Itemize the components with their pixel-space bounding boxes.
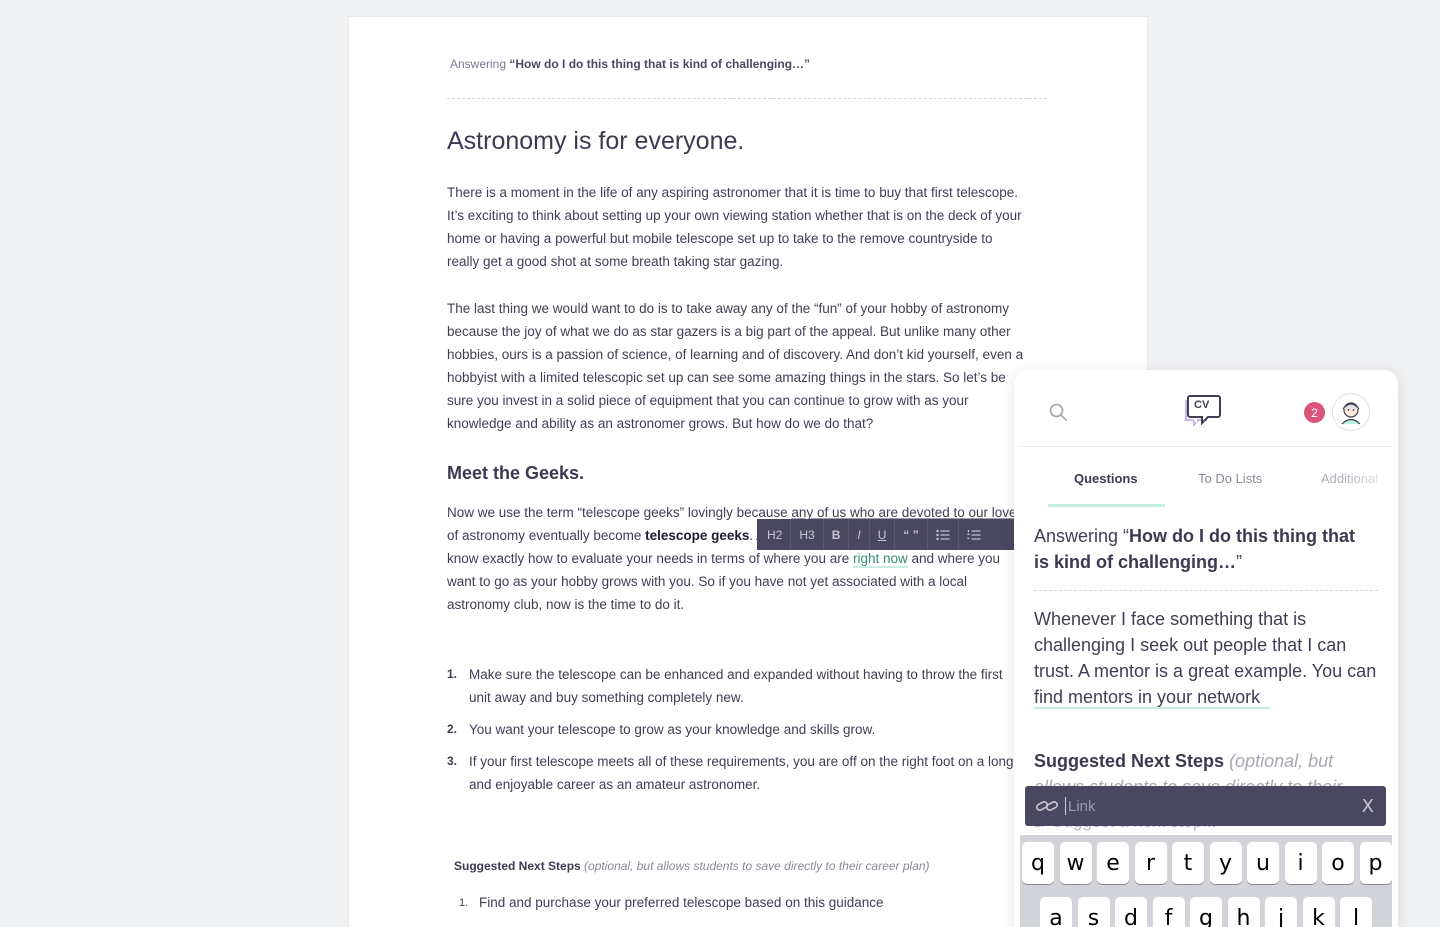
keyboard-row-1: q w e r t y u i o p	[1022, 842, 1397, 884]
link-input[interactable]	[1065, 797, 1362, 815]
key-k[interactable]: k	[1302, 897, 1335, 927]
panel-answering-prefix: Answering “	[1034, 526, 1130, 546]
sns-note: (optional, but allows students to save d…	[584, 859, 930, 873]
find-mentors-link[interactable]: find mentors in your network	[1034, 687, 1271, 709]
panel-header-divider	[1020, 446, 1392, 447]
link-input-bar: X	[1025, 786, 1386, 826]
list-item-text: You want your telescope to grow as your …	[469, 722, 876, 737]
answering-question: “How do I do this thing that is kind of …	[509, 57, 811, 71]
heading-meet-the-geeks[interactable]: Meet the Geeks.	[447, 463, 584, 484]
key-p[interactable]: p	[1359, 842, 1392, 884]
panel-answer-body[interactable]: Whenever I face something that is challe…	[1034, 606, 1379, 710]
key-h[interactable]: h	[1227, 897, 1260, 927]
key-e[interactable]: e	[1097, 842, 1129, 884]
list-item[interactable]: 1. Make sure the telescope can be enhance…	[447, 663, 1027, 709]
tab-to-do-lists[interactable]: To Do Lists	[1198, 471, 1262, 486]
paragraph-1[interactable]: There is a moment in the life of any asp…	[447, 181, 1027, 273]
list-item[interactable]: 2. You want your telescope to grow as you…	[447, 718, 1027, 741]
bold-button[interactable]: B	[824, 519, 850, 550]
answering-line: Answering “How do I do this thing that i…	[450, 57, 810, 71]
key-o[interactable]: o	[1322, 842, 1354, 884]
close-link-button[interactable]: X	[1362, 796, 1374, 817]
key-r[interactable]: r	[1134, 842, 1167, 884]
search-button[interactable]	[1048, 402, 1068, 427]
list-number: 2.	[447, 722, 458, 736]
bulleted-list-icon	[936, 529, 950, 540]
list-item[interactable]: 3. If your first telescope meets all of t…	[447, 750, 1027, 796]
ordered-list: 1. Make sure the telescope can be enhance…	[447, 663, 1027, 805]
key-j[interactable]: j	[1265, 897, 1297, 927]
p3-underlined-text: any of us who are devoted to our love	[791, 505, 1017, 520]
key-s[interactable]: s	[1077, 897, 1110, 927]
notification-badge[interactable]: 2	[1304, 402, 1325, 423]
underline-button[interactable]: U	[870, 519, 896, 550]
quote-button[interactable]: “ ”	[895, 519, 928, 550]
h3-button[interactable]: H3	[791, 519, 824, 550]
key-y[interactable]: y	[1209, 842, 1242, 884]
panel-answering-heading: Answering “How do I do this thing that i…	[1034, 523, 1374, 575]
suggested-next-steps-heading: Suggested Next Steps (optional, but allo…	[454, 859, 930, 873]
user-avatar-icon	[1341, 402, 1361, 425]
tabs-fade-overlay	[1348, 458, 1398, 498]
tab-questions[interactable]: Questions	[1074, 471, 1138, 486]
key-i[interactable]: i	[1284, 842, 1317, 884]
sns-title: Suggested Next Steps	[454, 859, 581, 873]
answering-prefix: Answering	[450, 57, 510, 71]
panel-body-text: Whenever I face something that is challe…	[1034, 609, 1377, 681]
paragraph-2[interactable]: The last thing we would want to do is to…	[447, 297, 1027, 435]
panel-sns-title: Suggested Next Steps	[1034, 751, 1225, 771]
step-text: Find and purchase your preferred telesco…	[479, 895, 884, 910]
link-icon	[1035, 798, 1059, 814]
on-screen-keyboard: q w e r t y u i o p a s d f g h j k l	[1020, 835, 1392, 927]
suggested-step-item[interactable]: 1. Find and purchase your preferred tele…	[459, 895, 884, 910]
numbered-list-icon	[967, 529, 981, 540]
header-divider	[447, 98, 1047, 99]
key-d[interactable]: d	[1115, 897, 1147, 927]
bulleted-list-button[interactable]	[928, 519, 959, 550]
panel-answering-suffix: ”	[1236, 552, 1243, 572]
formatting-toolbar: H2 H3 B I U “ ”	[757, 519, 1017, 550]
list-number: 3.	[447, 754, 458, 768]
p3-link-right-now[interactable]: right now	[852, 551, 908, 568]
key-f[interactable]: f	[1152, 897, 1185, 927]
list-item-text: Make sure the telescope can be enhanced …	[469, 667, 1003, 705]
p3-text-4: know exactly how to evaluate your needs …	[447, 551, 853, 566]
key-q[interactable]: q	[1022, 842, 1054, 884]
italic-button[interactable]: I	[849, 519, 870, 550]
h2-button[interactable]: H2	[759, 519, 792, 550]
key-t[interactable]: t	[1172, 842, 1204, 884]
panel-tabs: Questions To Do Lists Additional	[1014, 458, 1398, 508]
logo-text: CV	[1194, 399, 1210, 411]
keyboard-row-2: a s d f g h j k l	[1040, 897, 1378, 927]
app-logo[interactable]: CV	[1182, 394, 1222, 433]
search-icon	[1049, 403, 1067, 421]
key-w[interactable]: w	[1059, 842, 1092, 884]
p3-text-2: of astronomy eventually become	[447, 528, 646, 543]
list-item-text: If your first telescope meets all of the…	[469, 754, 1014, 792]
key-l[interactable]: l	[1340, 897, 1372, 927]
panel-divider	[1034, 590, 1378, 591]
list-number: 1.	[447, 667, 458, 681]
p3-text-1: Now we use the term “telescope geeks” lo…	[447, 505, 792, 520]
numbered-list-button[interactable]	[959, 519, 989, 550]
key-u[interactable]: u	[1247, 842, 1279, 884]
document-title[interactable]: Astronomy is for everyone.	[447, 127, 744, 156]
avatar[interactable]	[1332, 393, 1370, 431]
key-a[interactable]: a	[1040, 897, 1072, 927]
step-number: 1.	[459, 897, 469, 909]
p3-bold-text: telescope geeks	[645, 528, 750, 543]
key-g[interactable]: g	[1190, 897, 1222, 927]
active-tab-indicator	[1048, 504, 1165, 507]
